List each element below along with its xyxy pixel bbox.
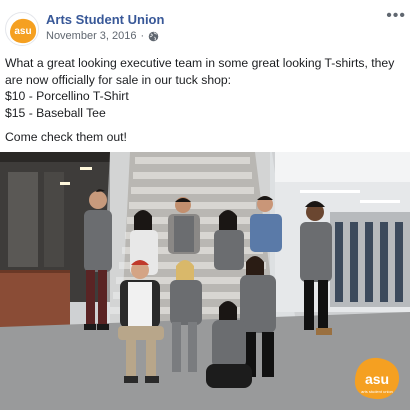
asu-logo-icon: asu <box>7 14 38 45</box>
group-photo-image: asu arts student union <box>0 152 410 410</box>
post-header: asu Arts Student Union November 3, 2016 … <box>0 0 410 52</box>
post-date[interactable]: November 3, 2016 <box>46 30 137 42</box>
watermark-text: asu <box>365 371 389 387</box>
meta-separator: · <box>140 30 145 42</box>
post-body: What a great looking executive team in s… <box>5 55 407 146</box>
avatar-logo-text: asu <box>14 26 31 37</box>
post-text-line: What a great looking executive team in s… <box>5 56 395 87</box>
post-photo[interactable]: asu arts student union <box>0 152 410 410</box>
post-text-line: $10 - Porcellino T-Shirt <box>5 89 129 103</box>
post-text-line: $15 - Baseball Tee <box>5 105 106 120</box>
globe-icon <box>148 31 159 41</box>
post-meta: November 3, 2016 · <box>46 30 159 42</box>
post-closing-line: Come check them out! <box>5 130 127 144</box>
asu-watermark-icon: asu arts student union <box>354 357 400 400</box>
watermark-subtext: arts student union <box>361 389 393 394</box>
page-name-link[interactable]: Arts Student Union <box>46 12 164 27</box>
more-options-icon[interactable]: ••• <box>386 8 406 24</box>
page-avatar[interactable]: asu <box>5 12 39 46</box>
